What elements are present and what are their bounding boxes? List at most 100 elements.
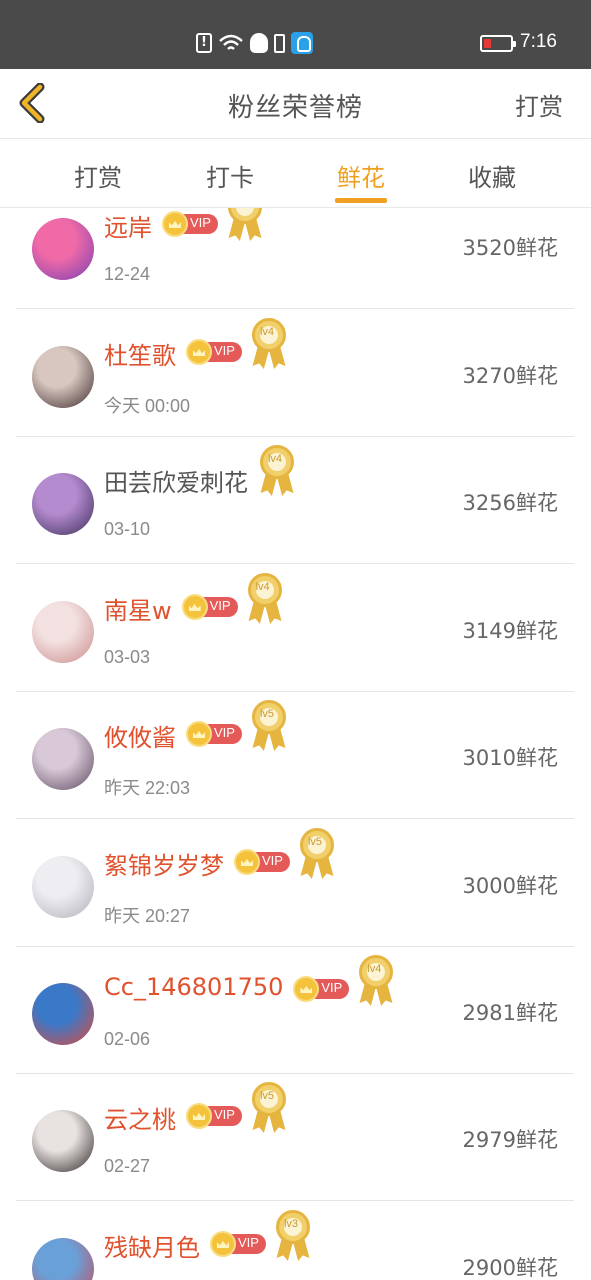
vip-label: VIP <box>189 215 211 230</box>
tab-reward[interactable]: 打赏 <box>58 158 138 193</box>
sim-alert-icon <box>196 33 212 53</box>
level-medal-icon: lv4 <box>246 573 284 623</box>
flower-count: 3149鲜花 <box>462 619 558 643</box>
fan-date: 昨天 22:03 <box>104 778 191 798</box>
flower-count: 3256鲜花 <box>462 491 558 515</box>
fan-row[interactable]: 絮锦岁岁梦 VIP lv5 昨天 20:27 3000鲜花 <box>16 820 574 947</box>
tab-bar: 打赏 打卡 鲜花 收藏 <box>0 140 591 208</box>
qq-icon <box>250 33 268 53</box>
vip-badge: VIP <box>181 594 238 620</box>
vip-badge: VIP <box>161 211 218 237</box>
reward-button[interactable]: 打赏 <box>515 87 563 122</box>
avatar[interactable] <box>32 473 94 535</box>
flower-count: 2981鲜花 <box>462 1001 558 1025</box>
avatar[interactable] <box>32 728 94 790</box>
fan-date: 02-06 <box>104 1029 151 1049</box>
fan-date: 02-27 <box>104 1156 151 1176</box>
level-medal-icon: lv4 <box>258 445 296 495</box>
fan-name[interactable]: 云之桃 <box>104 1100 176 1135</box>
fan-row[interactable]: 远岸 VIP lv4 12-24 3520鲜花 <box>16 208 574 309</box>
level-label: lv4 <box>367 963 382 975</box>
crown-icon <box>181 594 208 620</box>
flower-count: 3010鲜花 <box>462 746 558 770</box>
crown-icon <box>185 339 212 365</box>
crown-icon <box>293 976 320 1002</box>
status-bar: 7:16 <box>0 0 591 69</box>
level-label: lv4 <box>255 581 270 593</box>
level-label: lv4 <box>226 208 260 210</box>
vip-label: VIP <box>321 980 343 995</box>
fan-row[interactable]: 南星w VIP lv4 03-03 3149鲜花 <box>16 565 574 692</box>
vip-badge: VIP <box>209 1231 266 1257</box>
fan-name[interactable]: Cc_146801750 <box>104 973 283 1001</box>
vip-badge: VIP <box>185 721 242 747</box>
fan-row[interactable]: 田芸欣爱刺花 lv4 03-10 3256鲜花 <box>16 437 574 564</box>
fan-row[interactable]: 杜笙歌 VIP lv4 今天 00:00 3270鲜花 <box>16 310 574 437</box>
active-tab-indicator <box>335 198 387 203</box>
flower-count: 3270鲜花 <box>462 364 558 388</box>
crown-icon <box>161 211 188 237</box>
tab-checkin[interactable]: 打卡 <box>190 158 270 193</box>
vip-label: VIP <box>213 343 235 358</box>
vip-badge: VIP <box>293 976 350 1002</box>
fan-row[interactable]: 残缺月色 VIP lv3 2900鲜花 <box>16 1202 574 1280</box>
flower-count: 2979鲜花 <box>462 1128 558 1152</box>
bulb-app-icon <box>291 32 313 54</box>
level-label: lv4 <box>267 453 283 465</box>
fan-date: 12-24 <box>104 264 151 284</box>
page-title: 粉丝荣誉榜 <box>227 93 363 123</box>
fan-row[interactable]: 攸攸酱 VIP lv5 昨天 22:03 3010鲜花 <box>16 692 574 819</box>
flower-count: 3000鲜花 <box>462 874 558 898</box>
fan-name[interactable]: 远岸 <box>104 208 152 243</box>
vip-badge: VIP <box>185 339 242 365</box>
title-bar: 粉丝荣誉榜 打赏 <box>0 69 591 139</box>
level-medal-icon: lv3 <box>274 1210 312 1260</box>
tab-flowers[interactable]: 鲜花 <box>321 158 401 193</box>
tab-favorites[interactable]: 收藏 <box>452 158 532 193</box>
fan-name[interactable]: 杜笙歌 <box>104 336 176 371</box>
status-icons <box>196 32 313 54</box>
level-medal-icon: lv5 <box>250 700 288 750</box>
level-medal-icon: lv5 <box>298 828 336 878</box>
level-medal-icon: lv4 <box>226 208 264 240</box>
vip-label: VIP <box>209 598 231 613</box>
fan-name[interactable]: 絮锦岁岁梦 <box>104 846 224 881</box>
level-label: lv5 <box>259 1090 275 1102</box>
vip-badge: VIP <box>185 1103 242 1129</box>
crown-icon <box>185 721 212 747</box>
battery-small-icon <box>274 33 285 53</box>
crown-icon <box>209 1231 236 1257</box>
fan-list[interactable]: 远岸 VIP lv4 12-24 3520鲜花杜笙歌 VIP lv4 今天 00:00 3270… <box>0 208 591 1280</box>
vip-label: VIP <box>237 1235 259 1250</box>
avatar[interactable] <box>32 856 94 918</box>
level-medal-icon: lv5 <box>250 1082 288 1132</box>
level-medal-icon: lv4 <box>357 955 395 1005</box>
fan-name[interactable]: 田芸欣爱刺花 <box>104 463 248 498</box>
fan-date: 今天 00:00 <box>104 396 191 416</box>
level-label: lv3 <box>283 1218 299 1230</box>
flower-count: 2900鲜花 <box>462 1256 558 1280</box>
fan-date: 03-10 <box>104 519 151 539</box>
wifi-icon <box>219 34 243 50</box>
vip-label: VIP <box>213 1107 235 1122</box>
avatar[interactable] <box>32 218 94 280</box>
crown-icon <box>233 849 260 875</box>
vip-label: VIP <box>213 725 235 740</box>
fan-name[interactable]: 南星w <box>104 591 172 626</box>
vip-label: VIP <box>261 853 283 868</box>
fan-date: 昨天 20:27 <box>104 906 191 926</box>
avatar[interactable] <box>32 601 94 663</box>
fan-row[interactable]: 云之桃 VIP lv5 02-27 2979鲜花 <box>16 1074 574 1201</box>
avatar[interactable] <box>32 1110 94 1172</box>
avatar[interactable] <box>32 1238 94 1280</box>
avatar[interactable] <box>32 983 94 1045</box>
avatar[interactable] <box>32 346 94 408</box>
fan-name[interactable]: 攸攸酱 <box>104 718 176 753</box>
fan-row[interactable]: Cc_146801750 VIP lv4 02-06 2981鲜花 <box>16 947 574 1074</box>
fan-name[interactable]: 残缺月色 <box>104 1228 200 1263</box>
level-label: lv4 <box>259 326 275 338</box>
level-label: lv5 <box>307 836 323 848</box>
level-label: lv5 <box>259 708 275 720</box>
vip-badge: VIP <box>233 849 290 875</box>
status-time: 7:16 <box>520 31 557 52</box>
